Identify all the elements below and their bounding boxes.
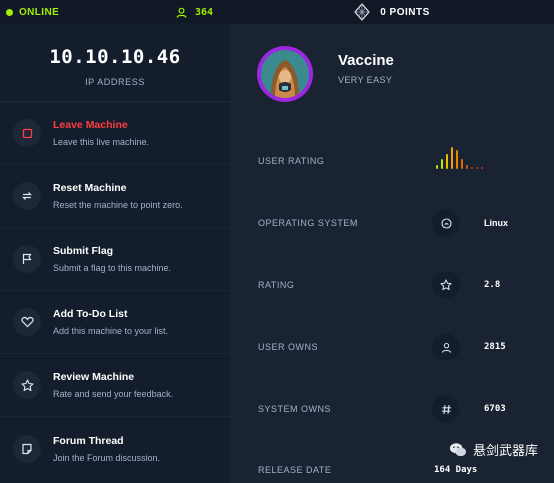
rating-bar xyxy=(441,159,443,169)
online-status: ONLINE xyxy=(6,7,59,18)
submit-flag-button[interactable]: Submit Flag Submit a flag to this machin… xyxy=(0,228,230,291)
online-dot xyxy=(6,8,13,16)
menu-subtitle: Add this machine to your list. xyxy=(53,326,169,336)
menu-subtitle: Join the Forum discussion. xyxy=(53,452,161,463)
machine-info-panel: 0 POINTS Vaccine VERY EASY USER RATING O… xyxy=(230,0,554,483)
os-row: OPERATING SYSTEM Linux xyxy=(230,203,554,243)
menu-title: Reset Machine xyxy=(53,182,127,194)
ip-label: IP ADDRESS xyxy=(85,77,145,87)
star-icon xyxy=(432,271,460,299)
star-icon xyxy=(13,371,41,399)
rating-bar xyxy=(471,167,473,169)
rating-row: RATING 2.8 xyxy=(230,265,554,305)
points-value: 0 POINTS xyxy=(380,6,430,18)
stop-icon xyxy=(13,119,41,147)
menu-subtitle: Submit a flag to this machine. xyxy=(53,263,172,273)
reset-machine-button[interactable]: Reset Machine Reset the machine to point… xyxy=(0,165,230,228)
watermark: 悬剑武器库 xyxy=(449,440,538,459)
rating-bar xyxy=(451,147,453,169)
status-text: ONLINE xyxy=(19,6,60,18)
wechat-icon xyxy=(449,442,467,456)
add-todo-button[interactable]: Add To-Do List Add this machine to your … xyxy=(0,291,230,354)
left-panel: ONLINE 364 10.10.10.46 IP ADDRESS Leave … xyxy=(0,0,230,483)
rating-bar xyxy=(436,165,438,169)
os-label: OPERATING SYSTEM xyxy=(258,218,358,228)
heart-icon xyxy=(13,308,41,336)
linux-icon xyxy=(432,209,460,237)
diamond-logo-icon xyxy=(354,3,371,21)
menu-title: Add To-Do List xyxy=(53,308,128,320)
user-icon xyxy=(432,333,460,361)
os-value: Linux xyxy=(484,218,508,228)
menu-subtitle: Reset the machine to point zero. xyxy=(53,200,183,210)
rating-bar xyxy=(446,154,448,169)
rating-bar xyxy=(461,159,463,169)
system-owns-value: 6703 xyxy=(484,404,506,414)
rating-bar xyxy=(456,150,458,169)
user-rating-chart xyxy=(436,147,483,169)
ip-block: 10.10.10.46 IP ADDRESS xyxy=(0,24,230,102)
user-rating-label: USER RATING xyxy=(258,156,325,166)
menu-subtitle: Rate and send your feedback. xyxy=(53,389,174,399)
watermark-text: 悬剑武器库 xyxy=(472,443,538,458)
user-rating-row: USER RATING xyxy=(230,141,554,181)
user-icon xyxy=(176,7,187,18)
menu-subtitle: Leave this live machine. xyxy=(53,137,150,147)
review-machine-button[interactable]: Review Machine Rate and send your feedba… xyxy=(0,354,230,417)
refresh-icon xyxy=(13,182,41,210)
leave-machine-button[interactable]: Leave Machine Leave this live machine. xyxy=(0,102,230,165)
player-count-value: 364 xyxy=(194,6,213,18)
menu-title: Leave Machine xyxy=(53,119,128,131)
status-bar: ONLINE 364 xyxy=(0,0,230,24)
forum-thread-button[interactable]: Forum Thread Join the Forum discussion. xyxy=(0,417,230,480)
release-date-label: RELEASE DATE xyxy=(258,465,332,475)
machine-name: Vaccine xyxy=(338,52,394,69)
rating-label: RATING xyxy=(258,280,295,290)
forum-icon xyxy=(13,434,41,463)
machine-difficulty: VERY EASY xyxy=(338,75,393,85)
points-bar: 0 POINTS xyxy=(230,0,554,24)
ip-address[interactable]: 10.10.10.46 xyxy=(0,46,230,68)
system-owns-label: SYSTEM OWNS xyxy=(258,404,332,414)
user-owns-label: USER OWNS xyxy=(258,342,319,352)
rating-value: 2.8 xyxy=(484,280,501,290)
user-owns-value: 2815 xyxy=(484,342,506,352)
rating-bar xyxy=(476,167,478,169)
release-date-value: 164 Days xyxy=(434,465,478,475)
flag-icon xyxy=(13,245,41,273)
user-owns-row: USER OWNS 2815 xyxy=(230,327,554,367)
player-count: 364 xyxy=(176,7,213,18)
hash-icon xyxy=(432,395,460,423)
machine-avatar xyxy=(257,46,313,102)
menu-title: Forum Thread xyxy=(53,434,124,447)
avatar-image xyxy=(261,50,309,98)
menu-title: Review Machine xyxy=(53,371,135,383)
rating-bar xyxy=(466,165,468,169)
system-owns-row: SYSTEM OWNS 6703 xyxy=(230,389,554,429)
menu-title: Submit Flag xyxy=(53,245,114,257)
rating-bar xyxy=(481,167,483,169)
